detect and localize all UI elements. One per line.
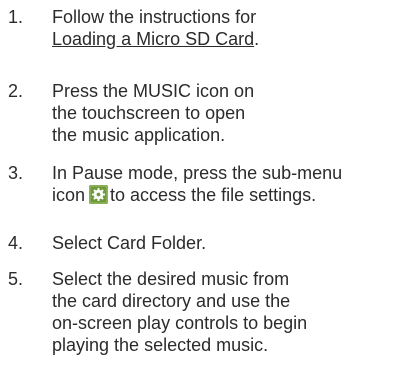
icon-word: icon [52,185,86,205]
step-number: 4. [8,233,24,253]
step-text: Select the desired music from the card d… [52,268,392,356]
step-line: In Pause mode, press the sub-menu [52,163,343,183]
gear-hub [96,192,101,197]
period: . [254,29,260,49]
step-line: the card directory and use the [52,291,291,311]
step-line: the music application. [52,125,226,145]
step-text: Select Card Folder. [52,232,392,254]
step-line-rest: to access the file settings. [110,185,317,205]
step-line: playing the selected music. [52,335,269,355]
step-line: Select Card Folder. [52,233,207,253]
step-line: Press the MUSIC icon on [52,81,255,101]
step-line: Follow the instructions for [52,7,257,27]
step-number: 3. [8,163,24,183]
step-line: the touchscreen to open [52,103,246,123]
step-number: 2. [8,81,24,101]
step-text: Follow the instructions for Loading a Mi… [52,6,392,50]
step-text: In Pause mode, press the sub-menu icon t… [52,162,392,206]
gear-settings-icon [89,185,109,204]
step-number: 1. [8,7,24,27]
loading-micro-sd-card-link[interactable]: Loading a Micro SD Card [52,29,254,49]
step-line: Loading a Micro SD Card. [52,28,392,50]
step-number: 5. [8,269,24,289]
step-line: icon to access the file settings. [52,184,392,206]
step-line: on-screen play controls to begin [52,313,308,333]
step-line: Select the desired music from [52,269,290,289]
step-text: Press the MUSIC icon on the touchscreen … [52,80,392,146]
